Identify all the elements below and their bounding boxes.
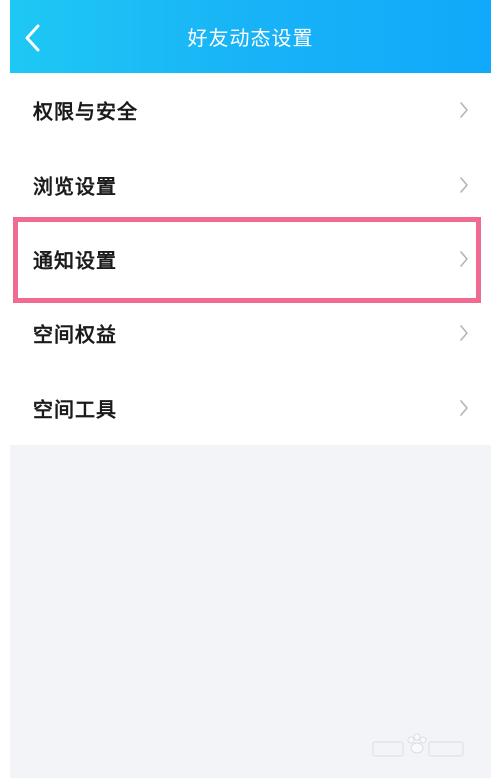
chevron-right-icon: [460, 399, 468, 416]
menu-item-space-benefits[interactable]: 空间权益: [10, 296, 491, 370]
chevron-right-icon: [460, 251, 468, 267]
watermark-logo: [372, 733, 464, 757]
menu-item-label: 权限与安全: [33, 99, 138, 124]
settings-list: 权限与安全 浏览设置 通知设置 空间权益 空间工具: [10, 73, 491, 445]
menu-item-browse-settings[interactable]: 浏览设置: [10, 147, 491, 221]
chevron-right-icon: [460, 176, 468, 193]
menu-item-space-tools[interactable]: 空间工具: [10, 371, 491, 445]
app-screen: 好友动态设置 权限与安全 浏览设置 通知设置 空间权益 空间工具: [10, 0, 491, 778]
menu-item-label: 空间工具: [33, 397, 117, 422]
page-title: 好友动态设置: [187, 26, 314, 50]
chevron-right-icon: [460, 102, 468, 118]
menu-item-label: 浏览设置: [33, 174, 117, 199]
menu-item-notification-settings[interactable]: 通知设置: [10, 222, 491, 296]
menu-item-permissions-security[interactable]: 权限与安全: [10, 73, 491, 147]
menu-item-label: 通知设置: [33, 248, 117, 273]
menu-item-label: 空间权益: [33, 322, 117, 347]
chevron-right-icon: [460, 325, 468, 342]
header-bar: 好友动态设置: [10, 0, 491, 73]
